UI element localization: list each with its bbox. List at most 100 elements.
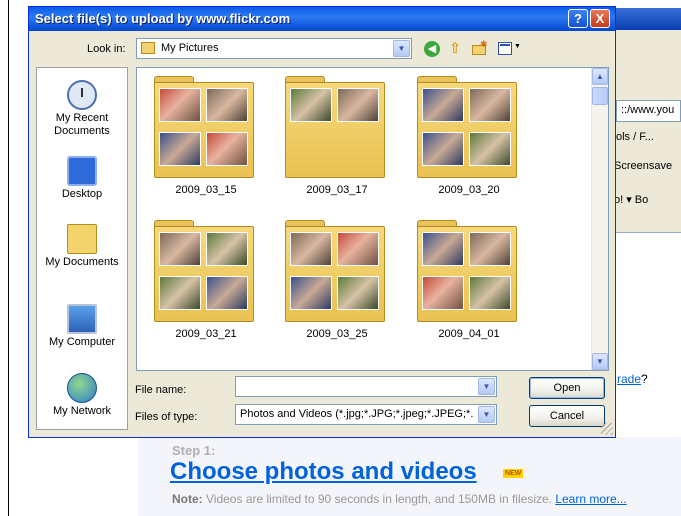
my-documents-icon (67, 224, 97, 254)
photo-thumbnail (337, 276, 379, 310)
folder-icon (285, 220, 385, 324)
browser-screensaver-fragment[interactable]: Screensave (614, 160, 672, 172)
photo-thumbnail (422, 88, 464, 122)
photo-thumbnail (337, 232, 379, 266)
photo-thumbnail (337, 88, 379, 122)
close-button[interactable]: X (590, 9, 610, 28)
resize-grip[interactable] (601, 423, 613, 435)
file-upload-dialog: Select file(s) to upload by www.flickr.c… (28, 6, 616, 438)
browser-address-fragment[interactable]: ::/www.you (616, 100, 681, 122)
file-name-field[interactable] (235, 376, 497, 397)
upgrade-suffix: ? (641, 372, 648, 386)
chevron-down-icon[interactable]: ▼ (478, 406, 495, 423)
scroll-up-icon[interactable]: ▲ (592, 68, 608, 85)
photo-thumbnail (290, 88, 332, 122)
photo-thumbnail (422, 132, 464, 166)
photo-thumbnail (159, 276, 201, 310)
folder-name: 2009_03_25 (306, 328, 368, 340)
file-list[interactable]: 2009_03_15 2009_03_17 2009_03_20 2009_03… (136, 67, 609, 371)
chevron-down-icon[interactable]: ▼ (393, 40, 410, 57)
photo-thumbnail (290, 232, 332, 266)
look-in-label: Look in: (87, 43, 126, 55)
open-button[interactable]: Open (529, 377, 605, 399)
folder-item[interactable]: 2009_03_15 (151, 76, 261, 206)
files-of-type-label: Files of type: (135, 411, 198, 423)
new-folder-icon[interactable]: ✱ (471, 39, 488, 57)
pictures-folder-icon (141, 42, 155, 54)
place-label: My Computer (48, 336, 116, 348)
scroll-down-icon[interactable]: ▼ (592, 353, 608, 370)
place-my-network[interactable]: My Network (37, 373, 127, 418)
photo-thumbnail (469, 232, 511, 266)
photo-thumbnail (206, 88, 248, 122)
folder-name: 2009_04_01 (438, 328, 500, 340)
folder-item[interactable]: 2009_03_21 (151, 220, 261, 350)
look-in-dropdown[interactable]: My Pictures ▼ (136, 38, 412, 59)
look-in-value: My Pictures (161, 42, 219, 54)
dialog-title: Select file(s) to upload by www.flickr.c… (35, 11, 291, 26)
folder-icon (154, 220, 254, 324)
folder-icon (417, 220, 517, 324)
photo-thumbnail (206, 276, 248, 310)
new-badge: NEW (503, 469, 524, 478)
vertical-scrollbar[interactable]: ▲ ▼ (591, 68, 608, 370)
photo-thumbnail (469, 88, 511, 122)
back-icon[interactable]: ◀ (424, 41, 440, 57)
dialog-titlebar[interactable]: Select file(s) to upload by www.flickr.c… (29, 7, 615, 31)
scrollbar-thumb[interactable] (592, 87, 608, 105)
folder-name: 2009_03_15 (175, 184, 237, 196)
place-my-computer[interactable]: My Computer (37, 304, 127, 349)
place-my-recent-documents[interactable]: My Recent Documents (37, 80, 127, 138)
browser-separator (610, 232, 681, 233)
chevron-down-icon[interactable]: ▼ (478, 378, 495, 395)
upgrade-link[interactable]: rade (617, 372, 641, 386)
browser-titlebar-fragment (610, 8, 681, 30)
photo-thumbnail (290, 276, 332, 310)
folder-item[interactable]: 2009_04_01 (414, 220, 524, 350)
place-my-documents[interactable]: My Documents (37, 224, 127, 269)
folder-name: 2009_03_21 (175, 328, 237, 340)
help-button[interactable]: ? (568, 9, 588, 28)
photo-thumbnail (469, 276, 511, 310)
my-computer-icon (67, 304, 97, 334)
folder-item[interactable]: 2009_03_20 (414, 76, 524, 206)
folder-item[interactable]: 2009_03_25 (282, 220, 392, 350)
place-label: Desktop (61, 188, 103, 200)
photo-thumbnail (206, 132, 248, 166)
recent-documents-icon (67, 80, 97, 110)
place-label: My Network (52, 405, 112, 417)
browser-tools-fragment[interactable]: ols / F... (616, 131, 654, 143)
upgrade-text: rade? (617, 372, 648, 386)
learn-more-link[interactable]: Learn more... (555, 492, 626, 506)
folder-icon (154, 76, 254, 180)
note-text: Videos are limited to 90 seconds in leng… (202, 492, 556, 506)
file-name-history[interactable]: ▼ (478, 378, 495, 395)
folder-icon (417, 76, 517, 180)
my-network-icon (67, 373, 97, 403)
place-desktop[interactable]: Desktop (37, 156, 127, 201)
photo-thumbnail (422, 232, 464, 266)
step-label: Step 1: (172, 443, 216, 458)
place-label: My Recent Documents (54, 112, 110, 137)
photo-thumbnail (469, 132, 511, 166)
places-bar: My Recent Documents Desktop My Documents… (36, 67, 128, 430)
note-prefix: Note: (172, 492, 203, 506)
browser-bookmarks-fragment[interactable]: o! ▾ Bo (614, 193, 648, 206)
page-border-line (8, 0, 9, 516)
up-folder-icon[interactable]: ⇧ (447, 41, 463, 57)
photo-thumbnail (422, 276, 464, 310)
folder-icon (285, 76, 385, 180)
photo-thumbnail (206, 232, 248, 266)
views-menu-icon[interactable]: ▼ (497, 41, 521, 57)
photo-thumbnail (159, 232, 201, 266)
upload-note: Note: Videos are limited to 90 seconds i… (172, 492, 627, 506)
file-name-label: File name: (135, 384, 187, 396)
folder-item[interactable]: 2009_03_17 (282, 76, 392, 206)
cancel-button[interactable]: Cancel (529, 405, 605, 427)
choose-photos-link[interactable]: Choose photos and videos (170, 458, 477, 486)
photo-thumbnail (159, 88, 201, 122)
files-of-type-dropdown[interactable]: Photos and Videos (*.jpg;*.JPG;*.jpeg;*.… (235, 404, 497, 425)
place-label: My Documents (45, 256, 119, 268)
desktop-icon (67, 156, 97, 186)
photo-thumbnail (159, 132, 201, 166)
